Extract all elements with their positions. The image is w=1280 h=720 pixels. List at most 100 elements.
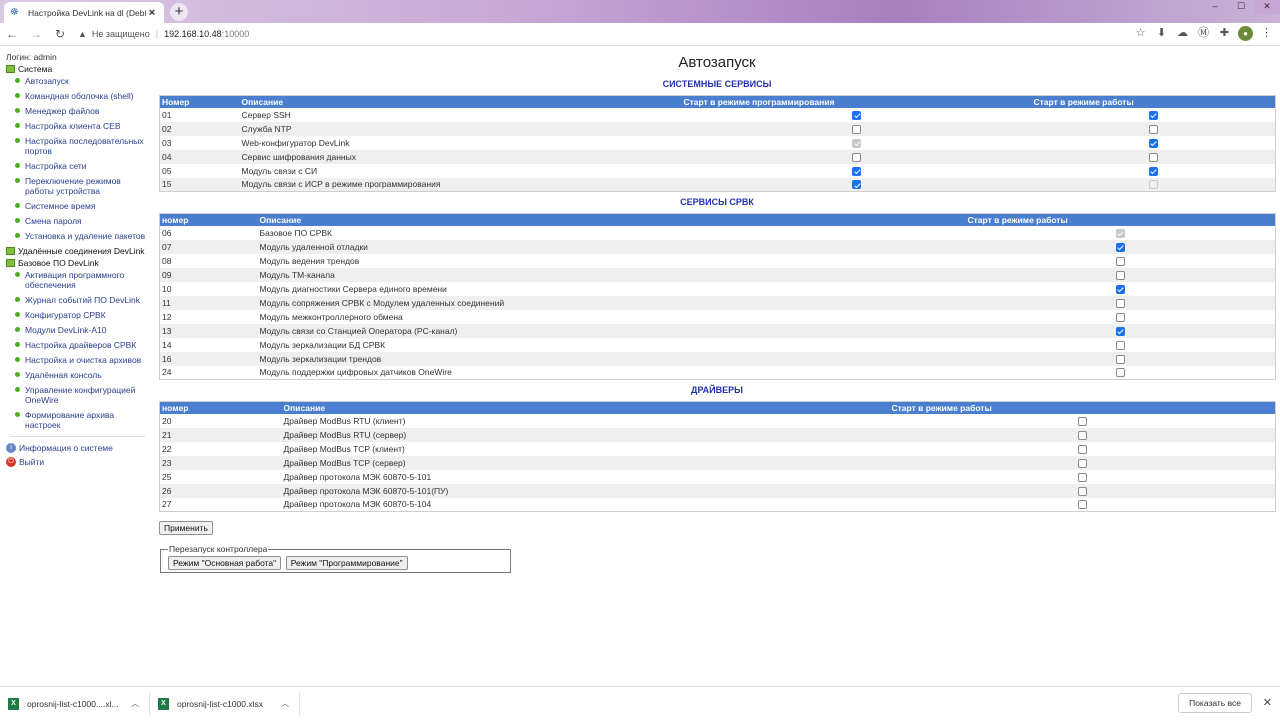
extensions-puzzle-icon[interactable]: ✚: [1217, 26, 1232, 41]
sidebar-item[interactable]: Журнал событий ПО DevLink: [15, 295, 151, 305]
profile-avatar-icon[interactable]: ●: [1238, 26, 1253, 41]
start-work-mode-checkbox[interactable]: [1077, 416, 1087, 426]
start-work-mode-checkbox[interactable]: [1115, 354, 1125, 364]
sidebar-item[interactable]: Конфигуратор СРВК: [15, 310, 151, 320]
row-description: Драйвер протокола МЭК 60870-5-101(ПУ): [281, 483, 890, 498]
row-number: 13: [159, 323, 258, 338]
apply-button[interactable]: Применить: [159, 521, 213, 535]
table-row: 23 Драйвер ModBus TCP (сервер): [159, 455, 1276, 470]
restart-main-mode-button[interactable]: Режим "Основная работа": [168, 556, 282, 570]
new-tab-icon[interactable]: +: [170, 3, 188, 21]
sidebar-item-label: Переключение режимов работы устройства: [25, 176, 121, 196]
start-work-mode-checkbox[interactable]: [1115, 242, 1125, 252]
sidebar-item[interactable]: Настройка и очистка архивов: [15, 355, 151, 365]
start-work-mode-checkbox[interactable]: [1148, 124, 1158, 134]
start-work-mode-checkbox[interactable]: [1115, 298, 1125, 308]
start-work-mode-checkbox[interactable]: [1077, 472, 1087, 482]
start-work-mode-cell: [1031, 149, 1276, 164]
download-item[interactable]: X oprosnij-list-c1000.xlsx ︿: [150, 691, 300, 716]
start-work-mode-checkbox[interactable]: [1148, 152, 1158, 162]
minimize-icon[interactable]: –: [1202, 0, 1228, 14]
chevron-up-icon[interactable]: ︿: [129, 698, 141, 709]
back-icon[interactable]: ←: [0, 27, 24, 41]
start-prog-mode-checkbox[interactable]: [852, 110, 861, 120]
sidebar-item[interactable]: Настройка клиента CEB: [15, 121, 151, 131]
menu-kebab-icon[interactable]: ⋮: [1259, 26, 1274, 41]
start-work-mode-checkbox[interactable]: [1115, 256, 1125, 266]
sidebar-item-sysinfo[interactable]: i Информация о системе: [6, 443, 151, 453]
excel-file-icon: X: [8, 697, 19, 710]
reload-icon[interactable]: ↻: [48, 27, 72, 41]
start-work-mode-checkbox[interactable]: [1115, 340, 1125, 350]
sidebar-group-base[interactable]: Базовое ПО DevLink: [6, 258, 151, 268]
start-work-mode-checkbox[interactable]: [1148, 110, 1158, 120]
start-work-mode-cell: [966, 226, 1276, 240]
sidebar-item[interactable]: Командная оболочка (shell): [15, 91, 151, 101]
close-downloads-icon[interactable]: ✕: [1263, 696, 1272, 709]
start-work-mode-checkbox[interactable]: [1115, 270, 1125, 280]
start-work-mode-cell: [890, 470, 1276, 484]
extension-m-icon[interactable]: Ⓜ: [1196, 26, 1211, 41]
sidebar-item[interactable]: Модули DevLink-A10: [15, 325, 151, 335]
bookmark-star-icon[interactable]: ☆: [1133, 26, 1148, 41]
sidebar-item[interactable]: Смена пароля: [15, 216, 151, 226]
browser-tab[interactable]: ☸ Настройка DevLink на dl (Debia ×: [4, 2, 164, 23]
table-row: 26 Драйвер протокола МЭК 60870-5-101(ПУ): [159, 483, 1276, 498]
sidebar-group-label: Система: [18, 64, 53, 74]
sidebar-item-logout[interactable]: ⏻ Выйти: [6, 457, 151, 467]
address-bar[interactable]: ▲ Не защищено | 192.168.10.48:10000: [78, 29, 249, 39]
sidebar-item[interactable]: Системное время: [15, 201, 151, 211]
sidebar-item[interactable]: Настройка драйверов СРВК: [15, 340, 151, 350]
sidebar-item[interactable]: Удалённая консоль: [15, 370, 151, 380]
start-prog-mode-checkbox[interactable]: [852, 166, 861, 176]
row-number: 23: [159, 455, 282, 470]
start-work-mode-checkbox[interactable]: [1077, 444, 1087, 454]
sidebar-item[interactable]: Менеджер файлов: [15, 106, 151, 116]
sidebar-item[interactable]: Настройка последовательных портов: [15, 136, 151, 156]
sidebar-group-remote[interactable]: Удалённые соединения DevLink: [6, 246, 151, 256]
start-work-mode-checkbox[interactable]: [1077, 458, 1087, 468]
start-work-mode-checkbox[interactable]: [1115, 312, 1125, 322]
sidebar-group-system[interactable]: Система: [6, 64, 151, 74]
show-all-downloads-button[interactable]: Показать все: [1178, 693, 1252, 713]
extension-cloud-icon[interactable]: ☁: [1175, 26, 1190, 41]
sidebar-item[interactable]: Установка и удаление пакетов: [15, 231, 151, 241]
row-number: 25: [162, 471, 172, 482]
start-work-mode-cell: [965, 323, 1276, 338]
start-work-mode-checkbox[interactable]: [1077, 486, 1087, 496]
table-row: 12 Модуль межконтроллерного обмена: [160, 310, 1276, 324]
start-work-mode-checkbox[interactable]: [1115, 326, 1125, 336]
row-description: Модуль ТМ-канала: [257, 267, 966, 282]
restart-prog-mode-button[interactable]: Режим "Программирование": [285, 556, 408, 570]
extension-download-icon[interactable]: ⬇: [1154, 26, 1169, 41]
chevron-up-icon[interactable]: ︿: [279, 698, 291, 709]
close-tab-icon[interactable]: ×: [146, 7, 158, 19]
forward-icon[interactable]: →: [24, 27, 48, 41]
start-work-mode-checkbox[interactable]: [1148, 166, 1158, 176]
start-prog-mode-checkbox[interactable]: [852, 124, 861, 134]
sidebar-item[interactable]: Переключение режимов работы устройства: [15, 176, 151, 196]
start-work-mode-checkbox[interactable]: [1115, 284, 1125, 294]
table-row: 24 Модуль поддержки цифровых датчиков One…: [160, 366, 1276, 380]
col-header: Старт в режиме программирования: [681, 95, 1032, 108]
start-work-mode-checkbox[interactable]: [1077, 430, 1087, 440]
start-work-mode-checkbox[interactable]: [1148, 138, 1158, 148]
maximize-icon[interactable]: ☐: [1228, 0, 1254, 14]
sidebar-item[interactable]: Настройка сети: [15, 161, 151, 171]
close-window-icon[interactable]: ✕: [1254, 0, 1280, 14]
download-item[interactable]: X oprosnij-list-c1000....xl... ︿: [0, 691, 150, 716]
sidebar-group-label: Удалённые соединения DevLink: [18, 246, 145, 256]
row-number: 05: [162, 165, 172, 176]
start-work-mode-checkbox[interactable]: [1115, 368, 1125, 378]
row-description: Модуль межконтроллерного обмена: [259, 311, 403, 322]
sidebar-item[interactable]: Автозапуск: [15, 76, 151, 86]
row-number: 11: [159, 295, 258, 310]
row-description: Модуль ведения трендов: [259, 255, 360, 266]
sidebar-item[interactable]: Активация программного обеспечения: [15, 270, 151, 290]
sidebar-item[interactable]: Управление конфигурацией OneWire: [15, 385, 151, 405]
start-prog-mode-checkbox[interactable]: [852, 180, 861, 190]
start-work-mode-cell: [966, 282, 1276, 296]
sidebar-item[interactable]: Формирование архива настроек: [15, 410, 151, 430]
start-work-mode-checkbox[interactable]: [1077, 500, 1087, 510]
start-prog-mode-checkbox[interactable]: [852, 152, 861, 162]
